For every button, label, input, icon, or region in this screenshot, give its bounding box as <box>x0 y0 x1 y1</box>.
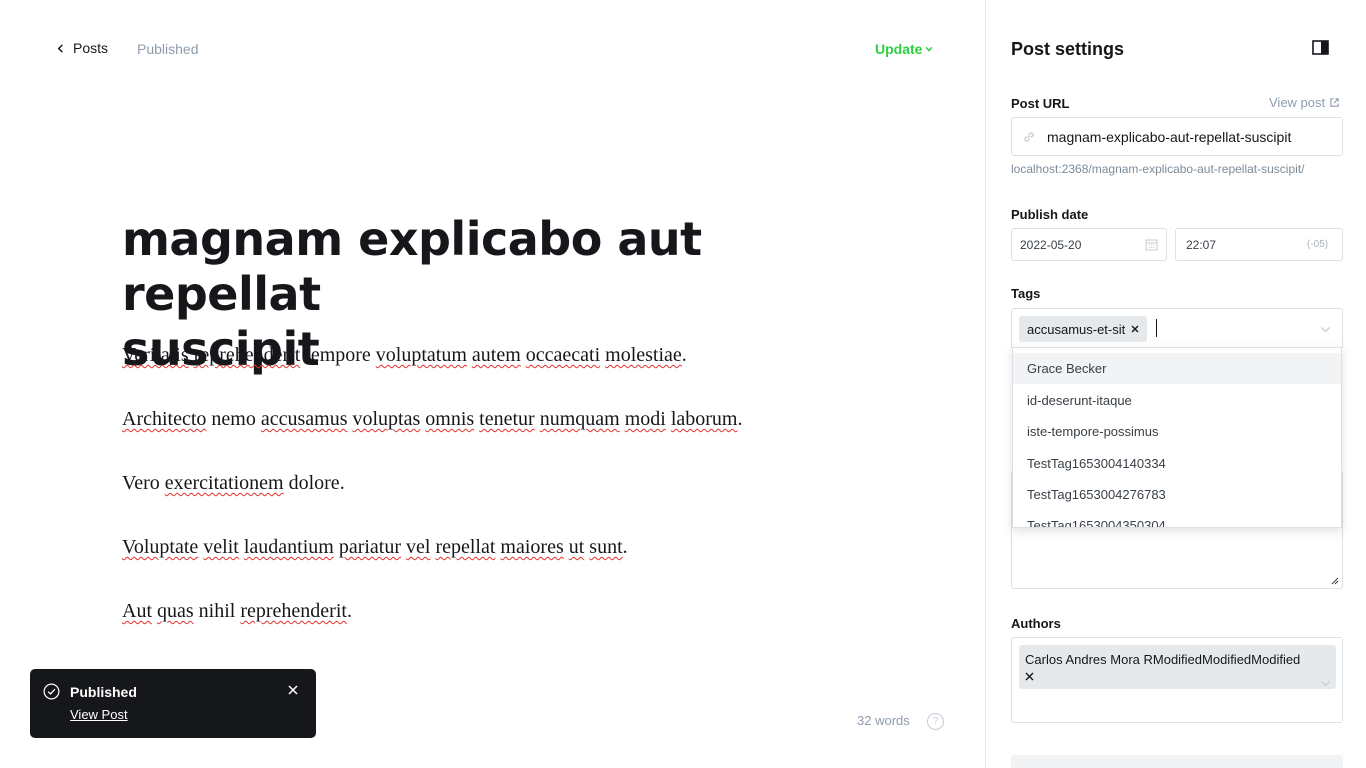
resize-handle-icon[interactable] <box>1331 577 1339 585</box>
post-url-field[interactable] <box>1011 117 1343 156</box>
post-settings-panel: Post settings Post URL View post localho… <box>985 0 1366 768</box>
back-to-posts-link[interactable]: Posts <box>56 40 108 56</box>
update-button-label: Update <box>875 41 923 57</box>
toast-view-post-link[interactable]: View Post <box>70 707 128 722</box>
external-link-icon <box>1330 98 1339 107</box>
tags-field[interactable]: accusamus-et-sit <box>1011 308 1343 348</box>
author-chip-label: Carlos Andres Mora RModifiedModifiedModi… <box>1025 652 1301 667</box>
chevron-down-icon[interactable] <box>1320 324 1331 335</box>
authors-label: Authors <box>1011 616 1061 631</box>
dropdown-option[interactable]: Grace Becker <box>1013 353 1341 384</box>
post-status: Published <box>137 41 199 57</box>
tags-label: Tags <box>1011 286 1041 301</box>
paragraph-4: Voluptate velit laudantium pariatur vel … <box>122 536 628 558</box>
tags-dropdown: Grace Becker id-deserunt-itaque iste-tem… <box>1012 347 1342 528</box>
toast-title: Published <box>70 684 137 700</box>
tag-chip-label: accusamus-et-sit <box>1027 321 1126 337</box>
view-post-label: View post <box>1269 95 1326 110</box>
paragraph-3: Vero exercitationem dolore. <box>122 472 345 494</box>
post-title-line-1: magnam explicabo aut repellat <box>122 212 702 321</box>
settings-title: Post settings <box>1011 39 1125 59</box>
help-icon[interactable]: ? <box>927 713 944 730</box>
dropdown-option[interactable]: iste-tempore-possimus <box>1013 416 1341 447</box>
chevron-down-icon[interactable] <box>1320 678 1331 689</box>
publish-date-field[interactable]: 2022-05-20 <box>1011 228 1167 261</box>
publish-time-field[interactable]: 22:07 (-05) <box>1175 228 1343 261</box>
author-chip: Carlos Andres Mora RModifiedModifiedModi… <box>1019 645 1336 689</box>
tag-chip: accusamus-et-sit <box>1019 316 1148 342</box>
remove-author-icon[interactable] <box>1025 672 1034 681</box>
calendar-icon[interactable] <box>1145 238 1158 251</box>
check-circle-icon <box>43 683 60 700</box>
chevron-left-icon <box>57 43 63 53</box>
published-toast: Published View Post <box>30 669 316 738</box>
back-link-label: Posts <box>73 40 109 56</box>
paragraph-1: Veritatis reprehenderit tempore voluptat… <box>122 344 687 366</box>
post-url-input[interactable] <box>1047 118 1337 155</box>
close-icon[interactable] <box>287 684 299 696</box>
authors-field[interactable]: Carlos Andres Mora RModifiedModifiedModi… <box>1011 637 1343 723</box>
publish-time-value: 22:07 <box>1186 238 1217 252</box>
publish-date-value: 2022-05-20 <box>1020 238 1082 252</box>
paragraph-2: Architecto nemo accusamus voluptas omnis… <box>122 408 743 430</box>
dropdown-option[interactable]: TestTag1653004350304 <box>1013 510 1341 527</box>
timezone-label: (-05) <box>1307 239 1329 250</box>
editor-pane: Posts Published Update magnam explicabo … <box>0 0 985 768</box>
view-post-link[interactable]: View post <box>1269 95 1340 110</box>
post-url-label: Post URL <box>1011 96 1070 111</box>
paragraph-5: Aut quas nihil reprehenderit. <box>122 600 352 622</box>
editor-topbar: Posts Published Update <box>0 0 985 96</box>
dropdown-option[interactable]: TestTag1653004276783 <box>1013 479 1341 510</box>
post-url-preview: localhost:2368/magnam-explicabo-aut-repe… <box>1011 162 1305 176</box>
publish-date-label: Publish date <box>1011 207 1089 222</box>
settings-section-edge <box>1011 755 1343 768</box>
chevron-down-icon <box>926 46 933 52</box>
update-button[interactable]: Update <box>875 41 933 57</box>
link-icon <box>1024 132 1034 142</box>
word-count: 32 words <box>857 713 910 728</box>
remove-tag-icon[interactable] <box>1131 325 1139 333</box>
dropdown-option[interactable]: id-deserunt-itaque <box>1013 385 1341 416</box>
text-cursor <box>1156 319 1157 337</box>
sidebar-toggle-icon[interactable] <box>1312 40 1329 55</box>
dropdown-option[interactable]: TestTag1653004140334 <box>1013 448 1341 479</box>
